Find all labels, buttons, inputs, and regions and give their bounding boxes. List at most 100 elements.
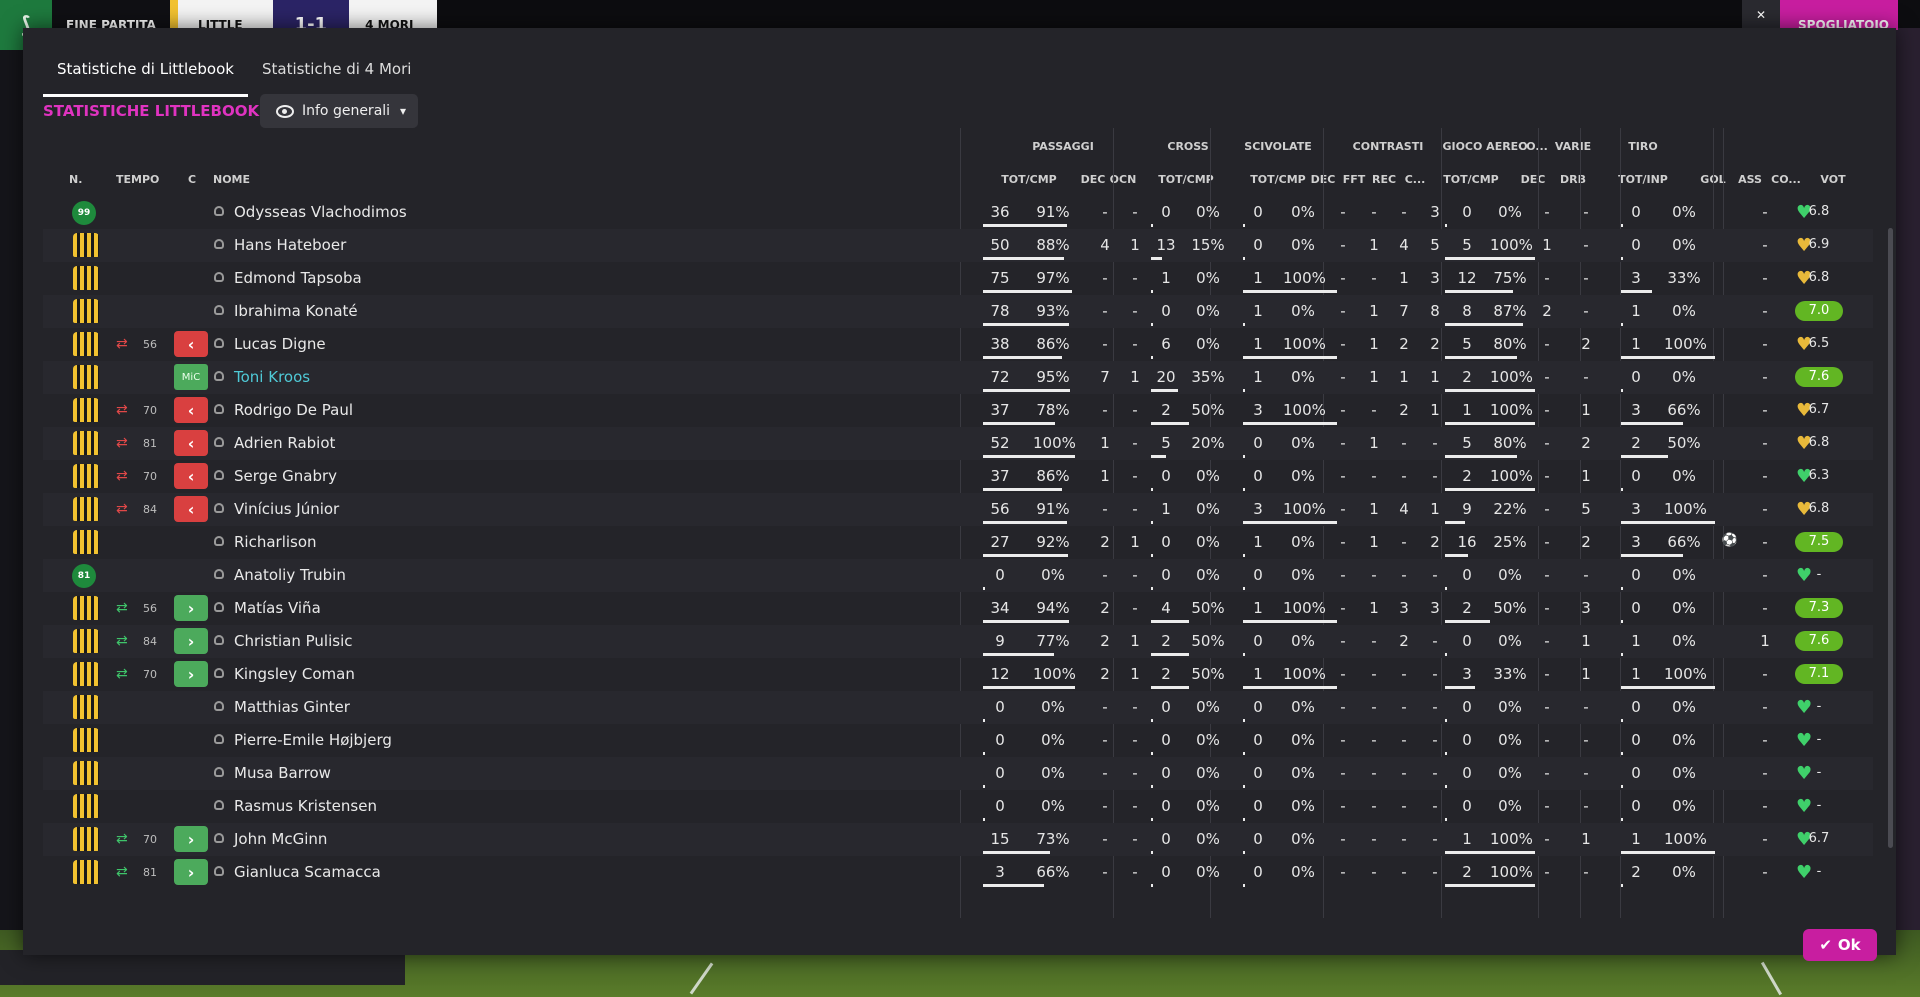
- player-name[interactable]: Toni Kroos: [234, 368, 310, 386]
- tackles-completion: 0%: [1291, 467, 1315, 485]
- subbed-off-chevron-icon[interactable]: ‹: [174, 331, 208, 357]
- crosses-total: 0: [1161, 203, 1171, 221]
- player-kit-icon: [73, 530, 99, 554]
- player-name[interactable]: Serge Gnabry: [234, 467, 337, 485]
- shots-on-target-bar: [1621, 818, 1623, 821]
- tackles-completion-bar: [1243, 257, 1245, 260]
- column-header: TOT/INP: [1618, 173, 1668, 186]
- table-row[interactable]: Ibrahima Konaté 78 93% - -0 0% 1 0% -1 7 8 8 87% 2-1 0…: [43, 295, 1873, 328]
- passes-total: 56: [990, 500, 1010, 518]
- table-row[interactable]: Rasmus Kristensen 0 0% - -0 0% 0 0% - - - -0 0% - -0 0%…: [43, 790, 1873, 823]
- substitution-arrows-icon: ⇄: [116, 336, 128, 352]
- table-row[interactable]: ⇄ 81 ‹ Adrien Rabiot 52 100% 1-5 20% 0 0% -1- -5 80%…: [43, 427, 1873, 460]
- player-name[interactable]: Matías Viña: [234, 599, 321, 617]
- collapse-button[interactable]: ✕: [1742, 0, 1780, 30]
- table-row[interactable]: ⇄ 56 › Matías Viña 34 94% 2-4 50% 1 100% -1 3 3 2 50% -…: [43, 592, 1873, 625]
- table-row[interactable]: MiC Toni Kroos 72 95% 7 1 20 35% 1 0% -1 1 1 2 100% - -0…: [43, 361, 1873, 394]
- table-row[interactable]: Matthias Ginter 0 0% - -0 0% 0 0% - - - -0 0% - -0 0% - ♥…: [43, 691, 1873, 724]
- table-row[interactable]: ⇄ 70 › John McGinn 15 73% - -0 0% 0 0% - - - -1 100% -1 1…: [43, 823, 1873, 856]
- subbed-on-chevron-icon[interactable]: ›: [174, 628, 208, 654]
- dressing-room-button[interactable]: SPOGLIATOIO: [1780, 0, 1898, 32]
- player-rating: -: [1816, 864, 1822, 879]
- shots-on-target: 66%: [1667, 533, 1701, 551]
- player-name[interactable]: Rodrigo De Paul: [234, 401, 353, 419]
- tackles-completion: 0%: [1291, 830, 1315, 848]
- passes-total: 3: [995, 863, 1005, 881]
- aerial-completion: 100%: [1490, 368, 1533, 386]
- player-name[interactable]: Musa Barrow: [234, 764, 331, 782]
- crosses-completion-bar: [1151, 257, 1163, 260]
- aerial-total: 0: [1462, 632, 1472, 650]
- crosses-completion-bar: [1151, 488, 1153, 491]
- player-name[interactable]: Adrien Rabiot: [234, 434, 335, 452]
- view-select[interactable]: Info generali ▾: [260, 94, 418, 128]
- table-row[interactable]: ⇄ 81 › Gianluca Scamacca 3 66% - -0 0% 0 0% - - - -2 10…: [43, 856, 1873, 889]
- subbed-off-chevron-icon[interactable]: ‹: [174, 430, 208, 456]
- shots-on-target-bar: [1621, 455, 1668, 458]
- table-row[interactable]: Edmond Tapsoba 75 97% - -1 0% 1 100% - -1 3 12 75% - -…: [43, 262, 1873, 295]
- table-row[interactable]: ⇄ 84 › Christian Pulisic 9 77% 2 1 2 50% 0 0% - -2-0 0…: [43, 625, 1873, 658]
- tab-away-stats[interactable]: Statistiche di 4 Mori: [248, 60, 425, 97]
- player-name[interactable]: Hans Hateboer: [234, 236, 346, 254]
- table-row[interactable]: Richarlison 27 92% 2 1 0 0% 1 0% -1-2 16 25% -2 3 66% ⚽…: [43, 526, 1873, 559]
- passes-total: 36: [990, 203, 1010, 221]
- tackles-total: 0: [1253, 863, 1263, 881]
- table-row[interactable]: Musa Barrow 0 0% - -0 0% 0 0% - - - -0 0% - -0 0% - ♥ -: [43, 757, 1873, 790]
- crosses-completion-bar: [1151, 587, 1153, 590]
- table-row[interactable]: 81 Anatoliy Trubin 0 0% - -0 0% 0 0% - - - -0 0% - -0 0%…: [43, 559, 1873, 592]
- subbed-off-chevron-icon[interactable]: ‹: [174, 463, 208, 489]
- shots-on-target: 0%: [1672, 302, 1696, 320]
- crosses-completion: 0%: [1196, 830, 1220, 848]
- player-name[interactable]: Anatoliy Trubin: [234, 566, 346, 584]
- tab-home-stats[interactable]: Statistiche di Littlebook: [43, 60, 248, 97]
- player-name[interactable]: Richarlison: [234, 533, 317, 551]
- substitution-minute: 70: [143, 404, 157, 417]
- player-name[interactable]: Matthias Ginter: [234, 698, 350, 716]
- player-name[interactable]: Lucas Digne: [234, 335, 326, 353]
- tackles-total: 0: [1253, 467, 1263, 485]
- player-name[interactable]: Edmond Tapsoba: [234, 269, 362, 287]
- table-row[interactable]: Pierre-Emile Højbjerg 0 0% - -0 0% 0 0% - - - -0 0% -…: [43, 724, 1873, 757]
- shots-on-target-bar: [1621, 686, 1715, 689]
- player-name[interactable]: Pierre-Emile Højbjerg: [234, 731, 392, 749]
- ok-button[interactable]: ✔ Ok: [1803, 929, 1877, 961]
- subbed-on-chevron-icon[interactable]: ›: [174, 595, 208, 621]
- player-name[interactable]: Odysseas Vlachodimos: [234, 203, 407, 221]
- aerial-completion: 87%: [1493, 302, 1527, 320]
- aerial-total: 2: [1462, 599, 1472, 617]
- aerial-total: 5: [1462, 236, 1472, 254]
- player-name[interactable]: Christian Pulisic: [234, 632, 353, 650]
- dribbles: 2: [1581, 335, 1591, 353]
- player-name[interactable]: Rasmus Kristensen: [234, 797, 377, 815]
- subbed-off-chevron-icon[interactable]: ‹: [174, 397, 208, 423]
- player-name[interactable]: John McGinn: [234, 830, 327, 848]
- subbed-off-chevron-icon[interactable]: ‹: [174, 496, 208, 522]
- table-row[interactable]: ⇄ 70 › Kingsley Coman 12 100% 2 1 2 50% 1 100% - - - -3…: [43, 658, 1873, 691]
- player-name[interactable]: Kingsley Coman: [234, 665, 355, 683]
- player-name[interactable]: Ibrahima Konaté: [234, 302, 358, 320]
- aerial-total: 12: [1457, 269, 1477, 287]
- subbed-on-chevron-icon[interactable]: ›: [174, 661, 208, 687]
- tackles-total: 1: [1253, 269, 1263, 287]
- table-row[interactable]: ⇄ 70 ‹ Rodrigo De Paul 37 78% - -2 50% 3 100% - -2 1 1…: [43, 394, 1873, 427]
- shots-on-target-bar: [1621, 323, 1623, 326]
- subbed-on-chevron-icon[interactable]: ›: [174, 826, 208, 852]
- player-name[interactable]: Gianluca Scamacca: [234, 863, 381, 881]
- shots-total: 1: [1631, 665, 1641, 683]
- passes-completion-bar: [983, 389, 1071, 392]
- table-row[interactable]: 99 Odysseas Vlachodimos 36 91% - -0 0% 0 0% - - -3 0…: [43, 196, 1873, 229]
- subbed-on-chevron-icon[interactable]: ›: [174, 859, 208, 885]
- crosses-completion-bar: [1151, 290, 1153, 293]
- table-row[interactable]: ⇄ 84 ‹ Vinícius Júnior 56 91% - -1 0% 3 100% -1 4 1 9 2…: [43, 493, 1873, 526]
- table-row[interactable]: ⇄ 56 ‹ Lucas Digne 38 86% - -6 0% 1 100% -1 2 2 5 80% -2…: [43, 328, 1873, 361]
- scrollbar[interactable]: [1888, 228, 1893, 848]
- table-row[interactable]: ⇄ 70 ‹ Serge Gnabry 37 86% 1-0 0% 0 0% - - - -2 100% -1…: [43, 460, 1873, 493]
- tackles-completion: 0%: [1291, 203, 1315, 221]
- dribbles: -: [1583, 203, 1589, 221]
- passes-completion: 77%: [1036, 632, 1070, 650]
- player-name[interactable]: Vinícius Júnior: [234, 500, 339, 518]
- column-header: DRB: [1560, 173, 1586, 186]
- player-rating: 7.5: [1795, 532, 1843, 552]
- table-row[interactable]: Hans Hateboer 50 88% 4 1 13 15% 0 0% -1 4 5 5 100% 1-0…: [43, 229, 1873, 262]
- crosses-total: 0: [1161, 566, 1171, 584]
